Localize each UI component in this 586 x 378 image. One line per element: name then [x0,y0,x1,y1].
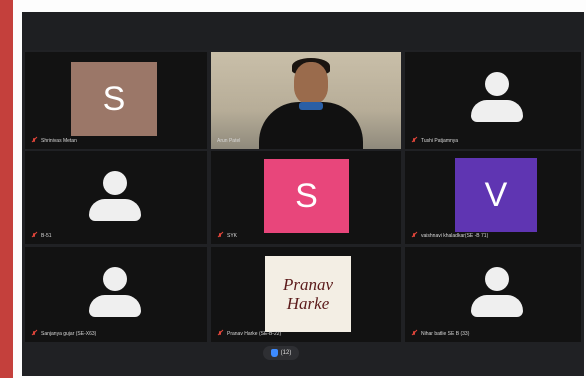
participant-label: Nihar batlie SE B (33) [411,331,469,337]
participant-tile[interactable]: B-51 [25,151,207,244]
mic-off-icon [411,233,417,239]
participant-label: Sanjanya gujar (SE-X63) [31,331,96,337]
mic-off-icon [217,233,223,239]
participant-label: Pranav Harke (SE-B-22) [217,331,281,337]
participant-tile[interactable]: Nihar batlie SE B (33) [405,247,581,342]
person-placeholder-icon [471,267,523,319]
participant-tile-active-speaker[interactable]: Arun Patel [211,52,401,149]
participant-image: Pranav Harke [265,256,351,332]
participant-label: Arun Patel [217,138,241,144]
person-placeholder-icon [89,267,141,319]
meeting-top-bar [22,12,584,50]
meeting-grid: S Shrinivas Metan Arun Patel Tushi Patja… [22,12,584,376]
raised-hand-icon [270,349,278,357]
participant-label: Shrinivas Metan [31,138,77,144]
raised-hands-button[interactable]: (12) [263,346,299,360]
mic-off-icon [31,331,37,337]
avatar: V [455,158,537,232]
mic-off-icon [411,331,417,337]
person-placeholder-icon [471,72,523,124]
participant-tile[interactable]: S Shrinivas Metan [25,52,207,149]
participant-label: Tushi Patjamnya [411,138,458,144]
participant-tile[interactable]: Tushi Patjamnya [405,52,581,149]
mic-off-icon [217,331,223,337]
mic-off-icon [31,138,37,144]
participant-tile[interactable]: Pranav Harke Pranav Harke (SE-B-22) [211,247,401,342]
avatar: S [264,159,349,233]
participant-video [211,52,401,149]
video-person-collar [299,102,323,110]
participant-label: SYK [217,233,237,239]
video-person-head [294,62,328,104]
mic-off-icon [411,138,417,144]
person-placeholder-icon [89,171,141,223]
left-edge-bar [0,0,13,378]
participant-label: vaishnavi khaladkar(SE -B 71) [411,233,488,239]
participant-tile[interactable]: Sanjanya gujar (SE-X63) [25,247,207,342]
participant-tile[interactable]: S SYK [211,151,401,244]
avatar: S [71,62,157,136]
mic-off-icon [31,233,37,239]
participant-tile[interactable]: V vaishnavi khaladkar(SE -B 71) [405,151,581,244]
participant-label: B-51 [31,233,52,239]
